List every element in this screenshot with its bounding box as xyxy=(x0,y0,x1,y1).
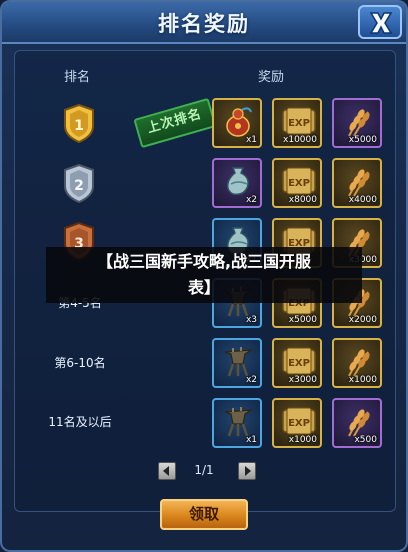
reward-item-exp[interactable]: EXP x8000 xyxy=(272,158,322,208)
reward-item-exp[interactable]: EXP x3000 xyxy=(272,338,322,388)
exp-scroll-icon: EXP xyxy=(282,107,316,135)
close-button[interactable] xyxy=(358,5,402,39)
reward-item-wheat[interactable]: x1000 xyxy=(332,338,382,388)
exp-scroll-icon: EXP xyxy=(282,347,316,375)
rank-label-11-plus: 11名及以后 xyxy=(48,415,112,429)
reward-qty: x4000 xyxy=(348,195,377,205)
arrow-right-icon xyxy=(245,466,251,476)
reward-qty: x1000 xyxy=(288,435,317,445)
reward-qty: x8000 xyxy=(288,195,317,205)
reward-item-wheat[interactable]: x5000 xyxy=(332,98,382,148)
gold-medal-icon: 1 xyxy=(60,103,98,148)
rank-label-6-10: 第6-10名 xyxy=(54,356,106,370)
reward-item-wheat[interactable]: x500 xyxy=(332,398,382,448)
reward-qty: x2 xyxy=(245,375,257,385)
reward-item-goblet[interactable]: x1 xyxy=(212,398,262,448)
reward-qty: x3 xyxy=(245,315,257,325)
vase-icon xyxy=(226,167,249,196)
reward-qty: x2000 xyxy=(348,315,377,325)
dialog-title: 排名奖励 xyxy=(158,12,250,36)
reward-item-wheat[interactable]: x4000 xyxy=(332,158,382,208)
prev-page-button[interactable] xyxy=(158,462,176,480)
svg-text:EXP: EXP xyxy=(288,178,310,189)
reward-qty: x1000 xyxy=(348,375,377,385)
article-title-line-1: 【战三国新手攻略,战三国开服 xyxy=(96,252,312,271)
reward-item-goblet[interactable]: x2 xyxy=(212,338,262,388)
reward-qty: x10000 xyxy=(283,135,317,145)
reward-item-exp[interactable]: EXP x10000 xyxy=(272,98,322,148)
reward-item-vase[interactable]: x2 xyxy=(212,158,262,208)
reward-qty: x5000 xyxy=(348,135,377,145)
title-bar: 排名奖励 xyxy=(2,2,406,44)
exp-scroll-icon: EXP xyxy=(282,407,316,435)
rank-column-header: 排名 xyxy=(64,70,91,85)
article-title-text: 【战三国新手攻略,战三国开服 表】 xyxy=(46,249,362,301)
reward-qty: x3000 xyxy=(288,375,317,385)
reward-qty: x2 xyxy=(245,195,257,205)
article-title-line-2: 表】 xyxy=(187,278,220,297)
reward-qty: x5000 xyxy=(288,315,317,325)
reward-column-header: 奖励 xyxy=(258,70,285,85)
rank-2-number: 2 xyxy=(74,178,84,194)
claim-button[interactable]: 领取 xyxy=(160,499,248,530)
reward-item-exp[interactable]: EXP x1000 xyxy=(272,398,322,448)
page-indicator: 1/1 xyxy=(194,463,214,477)
svg-text:EXP: EXP xyxy=(288,358,310,369)
svg-text:EXP: EXP xyxy=(288,418,310,429)
arrow-left-icon xyxy=(163,466,169,476)
svg-text:EXP: EXP xyxy=(288,118,310,129)
close-icon xyxy=(369,12,393,34)
gourd-bag-icon xyxy=(226,107,252,137)
reward-qty: x500 xyxy=(354,435,377,445)
silver-medal-icon: 2 xyxy=(60,163,98,208)
reward-item-gourd[interactable]: x1 xyxy=(212,98,262,148)
reward-qty: x1 xyxy=(245,135,257,145)
rank-1-number: 1 xyxy=(74,118,84,134)
exp-scroll-icon: EXP xyxy=(282,167,316,195)
next-page-button[interactable] xyxy=(238,462,256,480)
reward-qty: x1 xyxy=(245,435,257,445)
